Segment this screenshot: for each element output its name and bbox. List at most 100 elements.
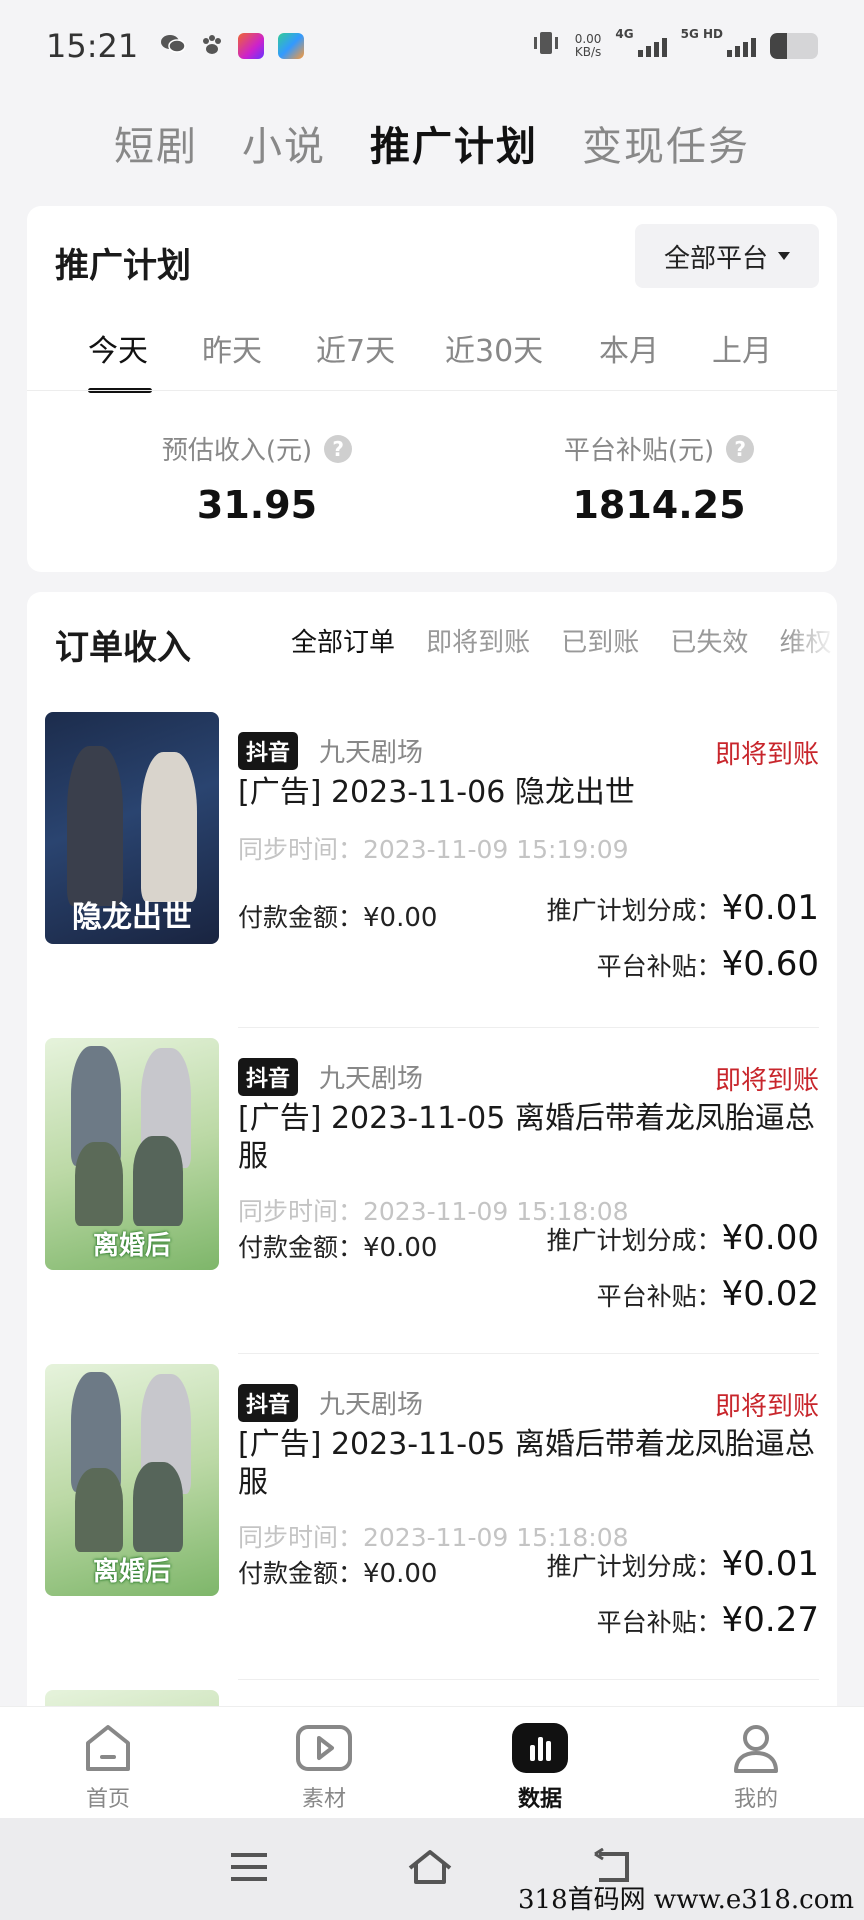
watermark: 318首码网 www.e318.com xyxy=(518,1885,854,1915)
plan-share-label: 推广计划分成： xyxy=(546,1226,722,1255)
signal-1-label: 4G xyxy=(615,27,634,41)
payment-label: 付款金额： xyxy=(238,1233,364,1262)
nav-materials[interactable]: 素材 xyxy=(216,1707,432,1818)
user-icon xyxy=(728,1721,784,1775)
home-icon[interactable] xyxy=(406,1848,454,1890)
platform-select-label: 全部平台 xyxy=(663,243,768,274)
nav-data[interactable]: 数据 xyxy=(432,1707,648,1818)
nav-mine-label: 我的 xyxy=(733,1787,778,1812)
payment-amount: 付款金额：¥0.00 xyxy=(238,1228,437,1264)
order-status: 即将到账 xyxy=(714,1066,819,1096)
plan-share: 推广计划分成：¥0.01 xyxy=(547,1544,819,1584)
source-name: 九天剧场 xyxy=(319,1064,424,1094)
poster-figure xyxy=(133,1462,183,1552)
sync-time: 同步时间：2023-11-09 15:19:09 xyxy=(238,835,629,864)
status-time: 15:21 xyxy=(46,27,139,65)
poster-figure xyxy=(133,1136,183,1226)
estimated-income-label: 预估收入(元) xyxy=(161,436,313,466)
plan-title: 推广计划 xyxy=(55,246,191,286)
estimated-income-metric: 预估收入(元) ? 31.95 xyxy=(107,430,407,527)
filter-all-orders[interactable]: 全部订单 xyxy=(291,622,395,659)
poster-figure xyxy=(75,1142,123,1226)
platform-subsidy-label: 平台补贴(元) xyxy=(563,436,715,466)
tab-novel[interactable]: 小说 xyxy=(242,114,326,172)
drama-poster[interactable]: 离婚后 xyxy=(45,1364,219,1596)
poster-title: 隐龙出世 xyxy=(72,900,192,935)
filter-received[interactable]: 已到账 xyxy=(561,622,639,659)
nav-data-label: 数据 xyxy=(517,1787,562,1812)
plan-share-value: ¥0.00 xyxy=(721,1218,819,1258)
platform-subsidy: 平台补贴：¥0.60 xyxy=(597,944,819,984)
network-speed: 0.00 KB/s xyxy=(575,33,602,59)
plan-share-label: 推广计划分成： xyxy=(546,896,722,925)
platform-select[interactable]: 全部平台 xyxy=(635,224,819,288)
order-income-card: 订单收入 全部订单 即将到账 已到账 已失效 维权 隐龙出世 抖音 九天剧场 即… xyxy=(27,592,837,1712)
range-tabs: 今天 昨天 近7天 近30天 本月 上月 xyxy=(27,326,837,396)
drama-poster[interactable]: 隐龙出世 xyxy=(45,712,219,944)
status-bar: 15:21 0.00 KB/s 4G 5G HD xyxy=(0,0,864,92)
platform-subsidy-value: ¥0.60 xyxy=(721,944,819,984)
filter-pending[interactable]: 即将到账 xyxy=(426,622,530,659)
poster-title: 离婚后 xyxy=(92,1231,171,1261)
wechat-icon xyxy=(160,33,186,59)
top-tabs: 短剧 小说 推广计划 变现任务 xyxy=(0,108,864,178)
payment-amount: 付款金额：¥0.00 xyxy=(238,1554,437,1590)
menu-icon[interactable] xyxy=(229,1850,269,1888)
platform-badge: 抖音 xyxy=(238,1058,299,1096)
range-tab-7days[interactable]: 近7天 xyxy=(316,326,395,370)
poster-figure xyxy=(141,752,197,902)
range-tab-this-month[interactable]: 本月 xyxy=(599,326,659,370)
estimated-income-value: 31.95 xyxy=(196,483,318,527)
nav-home[interactable]: 首页 xyxy=(0,1707,216,1818)
nav-materials-label: 素材 xyxy=(301,1787,346,1812)
platform-subsidy-label: 平台补贴： xyxy=(596,952,722,981)
order-item[interactable]: 隐龙出世 抖音 九天剧场 即将到账 [广告] 2023-11-06 隐龙出世 同… xyxy=(27,702,837,1028)
bottom-nav: 首页 素材 数据 我的 xyxy=(0,1706,864,1818)
chart-icon xyxy=(510,1721,570,1775)
platform-badge: 抖音 xyxy=(238,732,299,770)
promotion-plan-card: 推广计划 全部平台 今天 昨天 近7天 近30天 本月 上月 预估收入(元) ?… xyxy=(27,206,837,572)
platform-subsidy-value: ¥0.02 xyxy=(721,1274,819,1314)
orders-title: 订单收入 xyxy=(55,628,191,668)
poster-figure xyxy=(67,746,123,906)
filter-expired[interactable]: 已失效 xyxy=(670,622,748,659)
range-tab-last-month[interactable]: 上月 xyxy=(712,326,772,370)
plan-share: 推广计划分成：¥0.01 xyxy=(547,888,819,928)
order-item[interactable]: 离婚后 抖音 九天剧场 即将到账 [广告] 2023-11-05 离婚后带着龙凤… xyxy=(27,1354,837,1680)
help-icon[interactable]: ? xyxy=(726,434,755,463)
tab-monetize-tasks[interactable]: 变现任务 xyxy=(582,114,750,172)
signal-2-label: 5G HD xyxy=(680,27,723,41)
nav-home-label: 首页 xyxy=(85,1787,130,1812)
divider xyxy=(27,390,837,391)
plan-share-value: ¥0.01 xyxy=(721,888,819,928)
range-tab-today[interactable]: 今天 xyxy=(88,326,148,370)
plan-share-label: 推广计划分成： xyxy=(546,1552,722,1581)
nav-mine[interactable]: 我的 xyxy=(648,1707,864,1818)
payment-value: ¥0.00 xyxy=(363,1559,438,1589)
app-notification-icon xyxy=(238,33,265,59)
order-title: [广告] 2023-11-05 离婚后带着龙凤胎逼总服 xyxy=(238,1427,815,1500)
filter-fade xyxy=(787,622,837,672)
order-status: 即将到账 xyxy=(714,740,819,770)
order-item[interactable]: 离婚后 抖音 九天剧场 即将到账 [广告] 2023-11-05 离婚后带着龙凤… xyxy=(27,1028,837,1354)
platform-subsidy-value: ¥0.27 xyxy=(721,1600,819,1640)
range-tab-30days[interactable]: 近30天 xyxy=(445,326,543,370)
battery-level xyxy=(770,33,787,59)
range-tab-yesterday[interactable]: 昨天 xyxy=(202,326,262,370)
tab-short-drama[interactable]: 短剧 xyxy=(114,114,198,172)
help-icon[interactable]: ? xyxy=(324,434,353,463)
signal-1-icon xyxy=(637,35,667,57)
system-navigation-bar: 318首码网 www.e318.com xyxy=(0,1818,864,1920)
network-speed-unit: KB/s xyxy=(574,45,602,59)
app-notification-icon-2 xyxy=(278,33,305,59)
platform-subsidy: 平台补贴：¥0.02 xyxy=(597,1274,819,1314)
order-filters: 全部订单 即将到账 已到账 已失效 维权 xyxy=(291,622,837,672)
battery-icon xyxy=(770,33,818,59)
payment-value: ¥0.00 xyxy=(363,903,438,933)
tab-promotion-plan[interactable]: 推广计划 xyxy=(370,114,538,172)
drama-poster[interactable]: 离婚后 xyxy=(45,1038,219,1270)
poster-figure xyxy=(75,1468,123,1552)
platform-subsidy-value: 1814.25 xyxy=(572,483,746,527)
order-title: [广告] 2023-11-05 离婚后带着龙凤胎逼总服 xyxy=(238,1101,815,1174)
payment-value: ¥0.00 xyxy=(363,1233,438,1263)
